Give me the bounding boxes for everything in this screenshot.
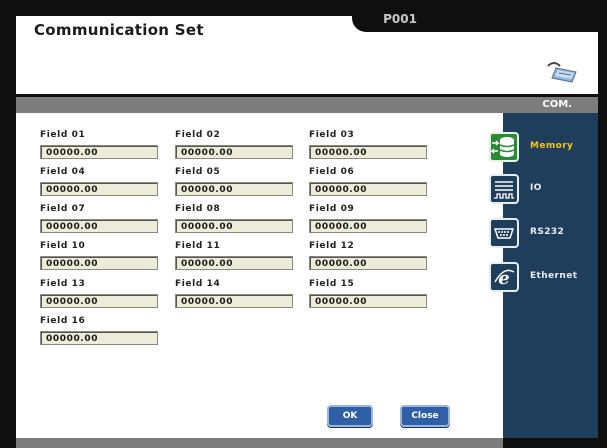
field-value-input[interactable]: 00000.00 — [40, 219, 158, 233]
sidebar-item-memory[interactable]: Memory — [489, 132, 598, 166]
field-label: Field 14 — [175, 279, 221, 289]
field-label: Field 03 — [309, 130, 355, 140]
field-group: Field 08 00000.00 — [175, 204, 297, 242]
field-value-input[interactable]: 00000.00 — [40, 294, 158, 308]
sidebar-item-label: RS232 — [530, 227, 565, 237]
field-label: Field 10 — [40, 241, 86, 251]
field-group: Field 02 00000.00 — [175, 130, 297, 168]
field-value-input[interactable]: 00000.00 — [175, 219, 293, 233]
field-group: Field 10 00000.00 — [40, 241, 162, 279]
sidebar-item-ethernet[interactable]: e Ethernet — [489, 262, 598, 296]
field-value-input[interactable]: 00000.00 — [40, 145, 158, 159]
ethernet-icon: e — [489, 262, 519, 292]
rs232-icon — [489, 218, 519, 248]
field-value-input[interactable]: 00000.00 — [175, 182, 293, 196]
field-group: Field 05 00000.00 — [175, 167, 297, 205]
field-label: Field 07 — [40, 204, 86, 214]
field-value-input[interactable]: 00000.00 — [40, 256, 158, 270]
field-label: Field 08 — [175, 204, 221, 214]
footer-strip — [16, 438, 503, 448]
field-group: Field 11 00000.00 — [175, 241, 297, 279]
fields-panel: Field 01 00000.00 Field 02 00000.00 Field 03… — [16, 113, 503, 438]
field-group: Field 01 00000.00 — [40, 130, 162, 168]
field-label: Field 09 — [309, 204, 355, 214]
field-group: Field 13 00000.00 — [40, 279, 162, 317]
field-value-input[interactable]: 00000.00 — [40, 182, 158, 196]
section-bar: COM. — [16, 97, 598, 113]
field-group: Field 07 00000.00 — [40, 204, 162, 242]
sidebar-item-label: IO — [530, 183, 542, 193]
sidebar-item-io[interactable]: IO — [489, 174, 598, 208]
field-value-input[interactable]: 00000.00 — [309, 256, 427, 270]
field-value-input[interactable]: 00000.00 — [309, 182, 427, 196]
field-label: Field 04 — [40, 167, 86, 177]
field-label: Field 16 — [40, 316, 86, 326]
field-group: Field 09 00000.00 — [309, 204, 431, 242]
field-group: Field 06 00000.00 — [309, 167, 431, 205]
field-label: Field 15 — [309, 279, 355, 289]
field-group: Field 14 00000.00 — [175, 279, 297, 317]
sidebar-item-label: Memory — [530, 141, 574, 151]
com-label: COM. — [542, 99, 572, 110]
window-frame: Communication Set P001 COM. Field 01 0000… — [0, 0, 607, 448]
serial-plug-icon — [546, 60, 580, 86]
field-value-input[interactable]: 00000.00 — [175, 294, 293, 308]
field-group: Field 12 00000.00 — [309, 241, 431, 279]
ok-button[interactable]: OK — [327, 405, 373, 427]
page-id-label: P001 — [383, 12, 417, 26]
field-group: Field 04 00000.00 — [40, 167, 162, 205]
field-label: Field 02 — [175, 130, 221, 140]
sidebar: Memory IO RS232 e Ethernet — [489, 113, 598, 438]
page-title: Communication Set — [34, 21, 204, 39]
field-label: Field 05 — [175, 167, 221, 177]
close-button[interactable]: Close — [400, 405, 450, 427]
field-group: Field 16 00000.00 — [40, 316, 162, 354]
field-label: Field 01 — [40, 130, 86, 140]
field-value-input[interactable]: 00000.00 — [175, 256, 293, 270]
field-group: Field 15 00000.00 — [309, 279, 431, 317]
field-label: Field 13 — [40, 279, 86, 289]
io-icon — [489, 174, 519, 204]
field-value-input[interactable]: 00000.00 — [309, 145, 427, 159]
field-value-input[interactable]: 00000.00 — [40, 331, 158, 345]
field-group: Field 03 00000.00 — [309, 130, 431, 168]
field-value-input[interactable]: 00000.00 — [309, 219, 427, 233]
field-value-input[interactable]: 00000.00 — [309, 294, 427, 308]
field-value-input[interactable]: 00000.00 — [175, 145, 293, 159]
field-label: Field 06 — [309, 167, 355, 177]
sidebar-item-label: Ethernet — [530, 271, 578, 281]
field-label: Field 12 — [309, 241, 355, 251]
field-label: Field 11 — [175, 241, 221, 251]
memory-icon — [489, 132, 519, 162]
sidebar-item-rs232[interactable]: RS232 — [489, 218, 598, 252]
